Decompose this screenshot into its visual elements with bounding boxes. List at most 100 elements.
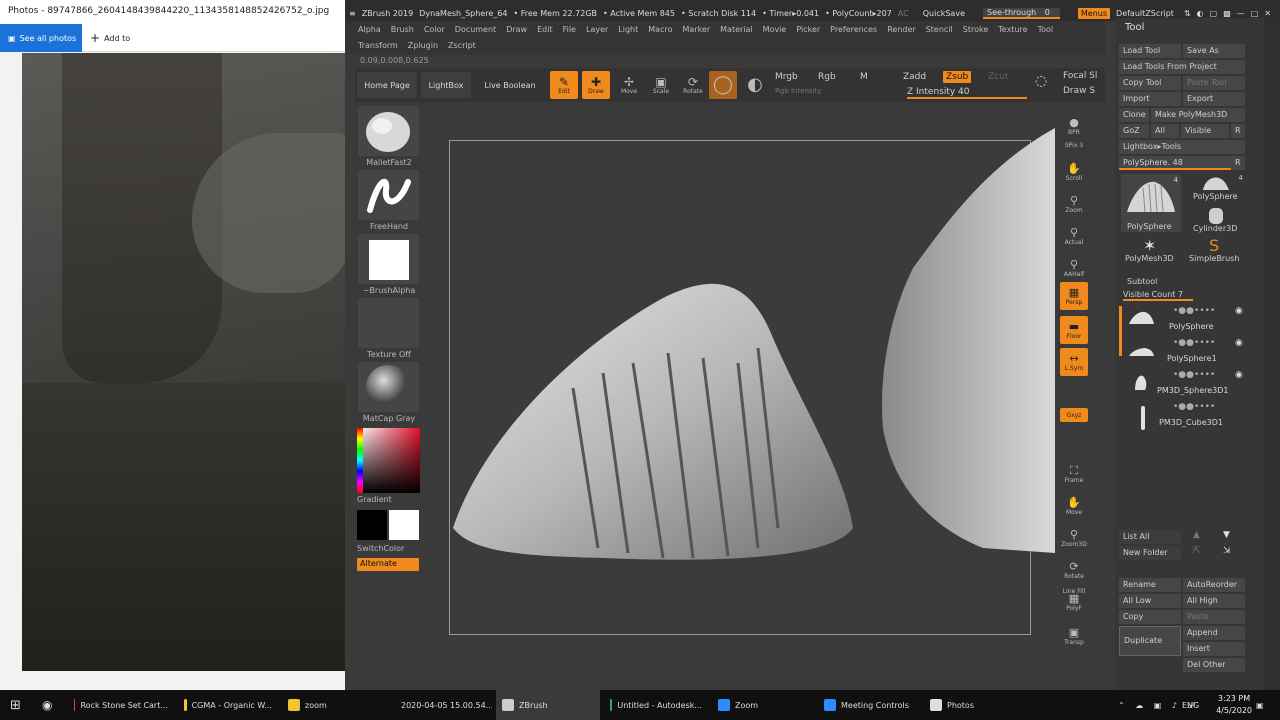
brush-thumb[interactable] xyxy=(358,106,419,156)
frame-button[interactable]: ⛶ Frame xyxy=(1060,460,1088,488)
document-canvas[interactable] xyxy=(423,108,1055,658)
persp-button[interactable]: ▦ Persp xyxy=(1060,282,1088,310)
taskbar-app-2[interactable]: zoom xyxy=(282,690,386,720)
menu-main-7[interactable]: Layer xyxy=(586,25,608,37)
subtool-header[interactable]: Subtool xyxy=(1127,277,1157,286)
paste-button[interactable]: Paste xyxy=(1183,610,1245,624)
home-page-button[interactable]: Home Page xyxy=(357,72,417,98)
lightbox-tools-button[interactable]: Lightbox▸Tools xyxy=(1119,140,1245,154)
secondary-color-swatch[interactable] xyxy=(357,510,387,540)
menu-main-16[interactable]: Stencil xyxy=(926,25,953,37)
current-tool-r-button[interactable]: R xyxy=(1231,156,1245,170)
import-button[interactable]: Import xyxy=(1119,92,1181,106)
subtool-item-polysphere1[interactable]: •●●•••• ◉ PolySphere1 xyxy=(1123,338,1248,366)
move-down-icon[interactable]: ⇲ xyxy=(1223,546,1231,556)
move-button[interactable]: ✢ Move xyxy=(615,71,643,99)
rename-button[interactable]: Rename xyxy=(1119,578,1181,592)
list-all-button[interactable]: List All xyxy=(1119,530,1181,544)
menu-main-9[interactable]: Macro xyxy=(648,25,672,37)
menu-main-17[interactable]: Stroke xyxy=(963,25,989,37)
zsub-button[interactable]: Zsub xyxy=(943,71,972,83)
start-button[interactable]: ⊞ xyxy=(4,690,27,720)
menu-secondary-2[interactable]: Zscript xyxy=(448,41,476,53)
stroke-thumb[interactable] xyxy=(358,170,419,220)
texture-thumb[interactable] xyxy=(358,298,419,348)
make-polymesh3d-button[interactable]: Make PolyMesh3D xyxy=(1151,108,1245,122)
menu-main-1[interactable]: Brush xyxy=(391,25,414,37)
menu-main-4[interactable]: Draw xyxy=(506,25,527,37)
rotate-button[interactable]: ⟳ Rotate xyxy=(679,71,707,99)
xyz-button[interactable]: Gxyz xyxy=(1060,408,1088,422)
arrow-up-icon[interactable]: ▲ xyxy=(1193,530,1200,540)
paste-tool-button[interactable]: Paste Tool xyxy=(1183,76,1245,90)
subtool-item-pm3d-sphere3d1[interactable]: •●●•••• ◉ PM3D_Sphere3D1 xyxy=(1123,370,1248,398)
zoom3d-button[interactable]: ⚲ Zoom3D xyxy=(1060,524,1088,552)
menu-secondary-1[interactable]: Zplugin xyxy=(408,41,438,53)
visible-count-slider[interactable]: Visible Count 7 xyxy=(1123,290,1193,301)
canvas-move-button[interactable]: ✋ Move xyxy=(1060,492,1088,520)
live-boolean-button[interactable]: Live Boolean xyxy=(475,72,545,98)
tool-palette-scrollbar[interactable] xyxy=(1264,18,1280,690)
render-button[interactable]: ● BPR xyxy=(1060,112,1088,140)
arrow-down-icon[interactable]: ▼ xyxy=(1223,530,1230,540)
material-sphere-button[interactable]: ◐ xyxy=(741,71,769,99)
save-as-button[interactable]: Save As xyxy=(1183,44,1245,58)
taskbar-app-3[interactable]: 2020-04-05 15.00.54... xyxy=(390,690,492,720)
eye-icon[interactable]: ◉ xyxy=(1235,306,1243,316)
all-low-button[interactable]: All Low xyxy=(1119,594,1181,608)
lightbox-button[interactable]: LightBox xyxy=(421,72,471,98)
z-intensity-slider[interactable]: Z Intensity 40 xyxy=(907,87,1027,99)
tool-thumb-cylinder3d[interactable]: Cylinder3D xyxy=(1185,206,1245,234)
menu-main-2[interactable]: Color xyxy=(424,25,445,37)
see-all-photos-button[interactable]: ▣ See all photos xyxy=(0,24,82,52)
taskbar-app-1[interactable]: CGMA - Organic W... xyxy=(178,690,278,720)
taskbar-app-7[interactable]: Meeting Controls xyxy=(818,690,920,720)
taskbar-app-6[interactable]: Zoom xyxy=(712,690,812,720)
canvas-rotate-button[interactable]: ⟳ Rotate xyxy=(1060,556,1088,584)
switchcolor-label[interactable]: SwitchColor xyxy=(355,544,423,553)
rgb-button[interactable]: Rgb xyxy=(818,72,836,82)
menu-main-19[interactable]: Tool xyxy=(1038,25,1054,37)
menu-secondary-0[interactable]: Transform xyxy=(358,41,398,53)
taskbar-app-0[interactable]: Rock Stone Set Cart... xyxy=(68,690,174,720)
duplicate-button[interactable]: Duplicate xyxy=(1119,626,1181,656)
menu-main-10[interactable]: Marker xyxy=(682,25,710,37)
eye-icon[interactable]: ◉ xyxy=(1235,338,1243,348)
append-button[interactable]: Append xyxy=(1183,626,1245,640)
goz-button[interactable]: GoZ xyxy=(1119,124,1149,138)
default-zscript-button[interactable]: DefaultZScript xyxy=(1116,9,1174,18)
load-tool-button[interactable]: Load Tool xyxy=(1119,44,1181,58)
clone-button[interactable]: Clone xyxy=(1119,108,1149,122)
menu-main-5[interactable]: Edit xyxy=(537,25,553,37)
lsym-button[interactable]: ↔ L.Sym xyxy=(1060,348,1088,376)
zoom-button[interactable]: ⚲ Zoom xyxy=(1060,190,1088,218)
taskview-button[interactable]: ◉ xyxy=(36,690,58,720)
scale-button[interactable]: ▣ Scale xyxy=(647,71,675,99)
autoreorder-button[interactable]: AutoReorder xyxy=(1183,578,1245,592)
draw-button[interactable]: ✚ Draw xyxy=(582,71,610,99)
subtool-toggles-icon[interactable]: •●●•••• xyxy=(1173,338,1215,348)
color-picker[interactable] xyxy=(357,428,420,493)
menu-main-14[interactable]: Preferences xyxy=(830,25,877,37)
menu-main-18[interactable]: Texture xyxy=(998,25,1027,37)
goz-all-button[interactable]: All xyxy=(1151,124,1179,138)
taskbar-app-8[interactable]: Photos xyxy=(924,690,1004,720)
draw-size-slider[interactable]: Draw S xyxy=(1063,86,1095,96)
subtool-toggles-icon[interactable]: •●●•••• xyxy=(1173,402,1215,412)
menu-main-15[interactable]: Render xyxy=(887,25,915,37)
notifications-icon[interactable]: ▣ xyxy=(1250,690,1270,720)
language-indicator[interactable]: ENG xyxy=(1176,690,1205,720)
new-folder-button[interactable]: New Folder xyxy=(1119,546,1181,560)
tool-thumb-simplebrush[interactable]: S SimpleBrush xyxy=(1185,236,1245,264)
primary-color-swatch[interactable] xyxy=(389,510,419,540)
menu-main-3[interactable]: Document xyxy=(455,25,496,37)
edit-button[interactable]: ✎ Edit xyxy=(550,71,578,99)
aahalf-button[interactable]: ⚲ AAHalf xyxy=(1060,254,1088,282)
taskbar-app-5[interactable]: Untitled - Autodesk... xyxy=(604,690,708,720)
menu-main-11[interactable]: Material xyxy=(720,25,753,37)
menu-main-6[interactable]: File xyxy=(563,25,576,37)
copy-tool-button[interactable]: Copy Tool xyxy=(1119,76,1181,90)
actual-button[interactable]: ⚲ Actual xyxy=(1060,222,1088,250)
insert-button[interactable]: Insert xyxy=(1183,642,1245,656)
copy-button[interactable]: Copy xyxy=(1119,610,1181,624)
